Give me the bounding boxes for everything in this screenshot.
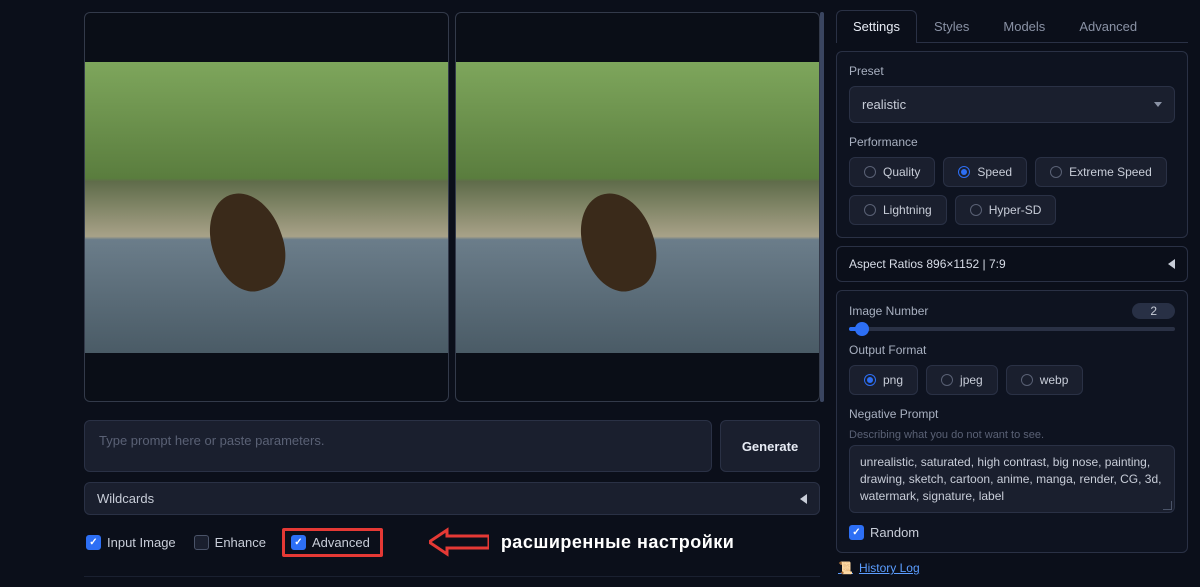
- performance-lightning[interactable]: Lightning: [849, 195, 947, 225]
- tab-styles[interactable]: Styles: [917, 10, 986, 42]
- settings-tabs: Settings Styles Models Advanced: [836, 10, 1188, 43]
- image-number-value: 2: [1132, 303, 1175, 319]
- generate-button[interactable]: Generate: [720, 420, 820, 472]
- annotation-text: расширенные настройки: [501, 532, 735, 553]
- red-arrow-icon: [429, 527, 489, 557]
- image-number-slider[interactable]: [849, 327, 1175, 331]
- chevron-down-icon: [1154, 102, 1162, 107]
- output-image-2[interactable]: [455, 12, 820, 402]
- tab-advanced[interactable]: Advanced: [1062, 10, 1154, 42]
- collapse-icon: [800, 494, 807, 504]
- tab-settings[interactable]: Settings: [836, 10, 917, 42]
- preset-label: Preset: [849, 64, 1175, 78]
- performance-quality[interactable]: Quality: [849, 157, 935, 187]
- advanced-highlight: Advanced: [282, 528, 383, 557]
- output-image-1[interactable]: [84, 12, 449, 402]
- history-icon: 📜: [838, 561, 853, 575]
- preset-select[interactable]: realistic: [849, 86, 1175, 123]
- image-scrollbar[interactable]: [820, 12, 824, 402]
- output-format-label: Output Format: [849, 343, 1175, 357]
- tab-models[interactable]: Models: [986, 10, 1062, 42]
- negative-prompt-input[interactable]: unrealistic, saturated, high contrast, b…: [849, 445, 1175, 513]
- history-log-link[interactable]: 📜 History Log: [836, 561, 1188, 575]
- performance-label: Performance: [849, 135, 1175, 149]
- negative-prompt-label: Negative Prompt: [849, 407, 1175, 421]
- advanced-checkbox[interactable]: Advanced: [291, 535, 370, 550]
- image-number-label: Image Number: [849, 304, 1120, 318]
- aspect-ratio-collapse[interactable]: Aspect Ratios 896×1152 | 7:9: [836, 246, 1188, 282]
- input-image-checkbox[interactable]: Input Image: [86, 535, 176, 550]
- wildcards-label: Wildcards: [97, 491, 154, 506]
- format-jpeg[interactable]: jpeg: [926, 365, 998, 395]
- performance-extreme-speed[interactable]: Extreme Speed: [1035, 157, 1167, 187]
- format-png[interactable]: png: [849, 365, 918, 395]
- output-image-grid: [84, 12, 820, 402]
- random-checkbox[interactable]: Random: [849, 525, 1175, 540]
- prompt-input[interactable]: [84, 420, 712, 472]
- bottom-tabs: [84, 569, 820, 577]
- negative-prompt-hint: Describing what you do not want to see.: [849, 429, 1175, 441]
- format-webp[interactable]: webp: [1006, 365, 1084, 395]
- performance-hyper-sd[interactable]: Hyper-SD: [955, 195, 1057, 225]
- wildcards-collapse[interactable]: Wildcards: [84, 482, 820, 515]
- collapse-icon: [1168, 259, 1175, 269]
- enhance-checkbox[interactable]: Enhance: [194, 535, 266, 550]
- performance-speed[interactable]: Speed: [943, 157, 1027, 187]
